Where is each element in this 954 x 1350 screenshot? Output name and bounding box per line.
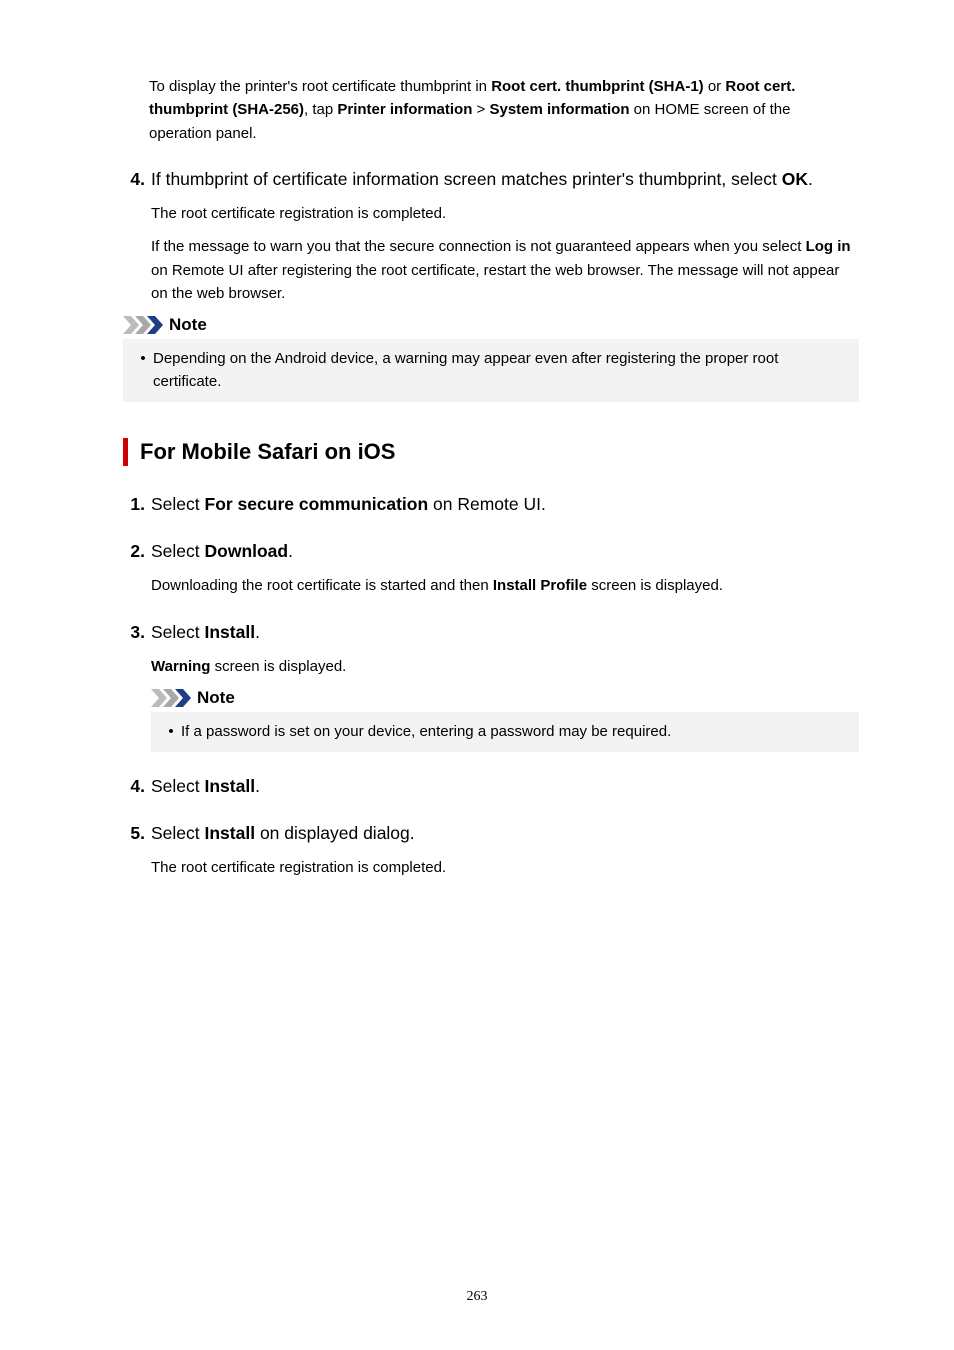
step-sub: Downloading the root certificate is star… — [123, 574, 859, 597]
text: Select — [151, 776, 205, 796]
step-3-sub: Warning screen is displayed. — [151, 655, 859, 678]
text: on Remote UI. — [428, 494, 546, 514]
step-row: 3. Select Install. — [123, 620, 859, 645]
text: screen is displayed. — [587, 577, 723, 594]
text: on displayed dialog. — [255, 823, 415, 843]
step-row: 1. Select For secure communication on Re… — [123, 492, 859, 517]
step-4-row: 4. If thumbprint of certificate informat… — [123, 167, 859, 192]
text: . — [255, 622, 260, 642]
step-number: 5. — [123, 823, 151, 844]
text: If thumbprint of certificate information… — [151, 169, 782, 189]
text: on Remote UI after registering the root … — [151, 262, 839, 302]
step-4-sub1: The root certificate registration is com… — [151, 202, 859, 225]
note-1-text: Depending on the Android device, a warni… — [153, 347, 849, 394]
ios-step-5: 5. Select Install on displayed dialog. T… — [95, 821, 859, 880]
step-number: 4. — [123, 776, 151, 797]
page-number: 263 — [0, 1289, 954, 1305]
section-heading: For Mobile Safari on iOS — [140, 439, 395, 465]
text-bold: Log in — [806, 238, 851, 255]
text: Select — [151, 622, 205, 642]
step-2-sub: Downloading the root certificate is star… — [151, 574, 859, 597]
step-4-text: If thumbprint of certificate information… — [151, 167, 813, 192]
step-number: 3. — [123, 622, 151, 643]
text: screen is displayed. — [210, 658, 346, 675]
text: If the message to warn you that the secu… — [151, 238, 806, 255]
bullet-glyph: • — [161, 720, 181, 743]
text: , tap — [304, 101, 337, 118]
chevrons-icon — [123, 316, 163, 334]
text: Select — [151, 823, 205, 843]
text-bold: Root cert. thumbprint (SHA-1) — [491, 78, 703, 95]
text: or — [704, 78, 726, 95]
note-label: Note — [197, 688, 235, 708]
step-row: 5. Select Install on displayed dialog. — [123, 821, 859, 846]
step-row: 2. Select Download. — [123, 539, 859, 564]
note-2-box: Note • If a password is set on your devi… — [95, 688, 859, 751]
text: Select — [151, 494, 205, 514]
step-number: 1. — [123, 494, 151, 515]
step-number: 4. — [123, 169, 151, 190]
page-container: To display the printer's root certificat… — [0, 0, 954, 950]
text-bold: Install — [205, 776, 256, 796]
step-row: 4. Select Install. — [123, 774, 859, 799]
text: To display the printer's root certificat… — [149, 78, 491, 95]
chevrons-icon — [151, 689, 191, 707]
section-heading-wrap: For Mobile Safari on iOS — [95, 438, 859, 466]
intro-paragraph-block: To display the printer's root certificat… — [95, 75, 859, 145]
ios-step-4: 4. Select Install. — [95, 774, 859, 799]
step-4-sub2: If the message to warn you that the secu… — [151, 235, 859, 305]
text-bold: Install — [205, 622, 256, 642]
text-bold: Warning — [151, 658, 210, 675]
note-1-box: Note • Depending on the Android device, … — [95, 315, 859, 402]
text: . — [255, 776, 260, 796]
note-1-header: Note — [123, 315, 859, 335]
step-text: Select Download. — [151, 539, 293, 564]
text-bold: Install — [205, 823, 256, 843]
text: > — [472, 101, 489, 118]
top-paragraph: To display the printer's root certificat… — [149, 75, 854, 145]
red-bar-icon — [123, 438, 128, 466]
step-4-sub: The root certificate registration is com… — [123, 202, 859, 305]
text-bold: For secure communication — [205, 494, 429, 514]
text-bold: Install Profile — [493, 577, 587, 594]
ios-step-1: 1. Select For secure communication on Re… — [95, 492, 859, 517]
step-text: Select Install. — [151, 774, 260, 799]
note-2-body: • If a password is set on your device, e… — [151, 712, 859, 751]
step-text: Select Install. — [151, 620, 260, 645]
note-2-text: If a password is set on your device, ent… — [181, 720, 671, 743]
text-bold: Download — [205, 541, 289, 561]
text: Select — [151, 541, 205, 561]
step-text: Select Install on displayed dialog. — [151, 821, 415, 846]
note-2-header: Note — [151, 688, 859, 708]
step-sub: Warning screen is displayed. — [123, 655, 859, 678]
note-2-bullet-row: • If a password is set on your device, e… — [161, 720, 849, 743]
text-bold: Printer information — [337, 101, 472, 118]
text: . — [288, 541, 293, 561]
ios-step-2: 2. Select Download. Downloading the root… — [95, 539, 859, 598]
step-number: 2. — [123, 541, 151, 562]
text-bold: OK — [782, 169, 808, 189]
step-text: Select For secure communication on Remot… — [151, 492, 546, 517]
step-4-block: 4. If thumbprint of certificate informat… — [95, 167, 859, 305]
note-1-body: • Depending on the Android device, a war… — [123, 339, 859, 402]
step-sub: The root certificate registration is com… — [123, 856, 859, 879]
text: Downloading the root certificate is star… — [151, 577, 493, 594]
text-bold: System information — [489, 101, 629, 118]
note-label: Note — [169, 315, 207, 335]
step-5-sub: The root certificate registration is com… — [151, 856, 859, 879]
note-1-bullet-row: • Depending on the Android device, a war… — [133, 347, 849, 394]
ios-step-3: 3. Select Install. Warning screen is dis… — [95, 620, 859, 679]
bullet-glyph: • — [133, 347, 153, 394]
text: . — [808, 169, 813, 189]
